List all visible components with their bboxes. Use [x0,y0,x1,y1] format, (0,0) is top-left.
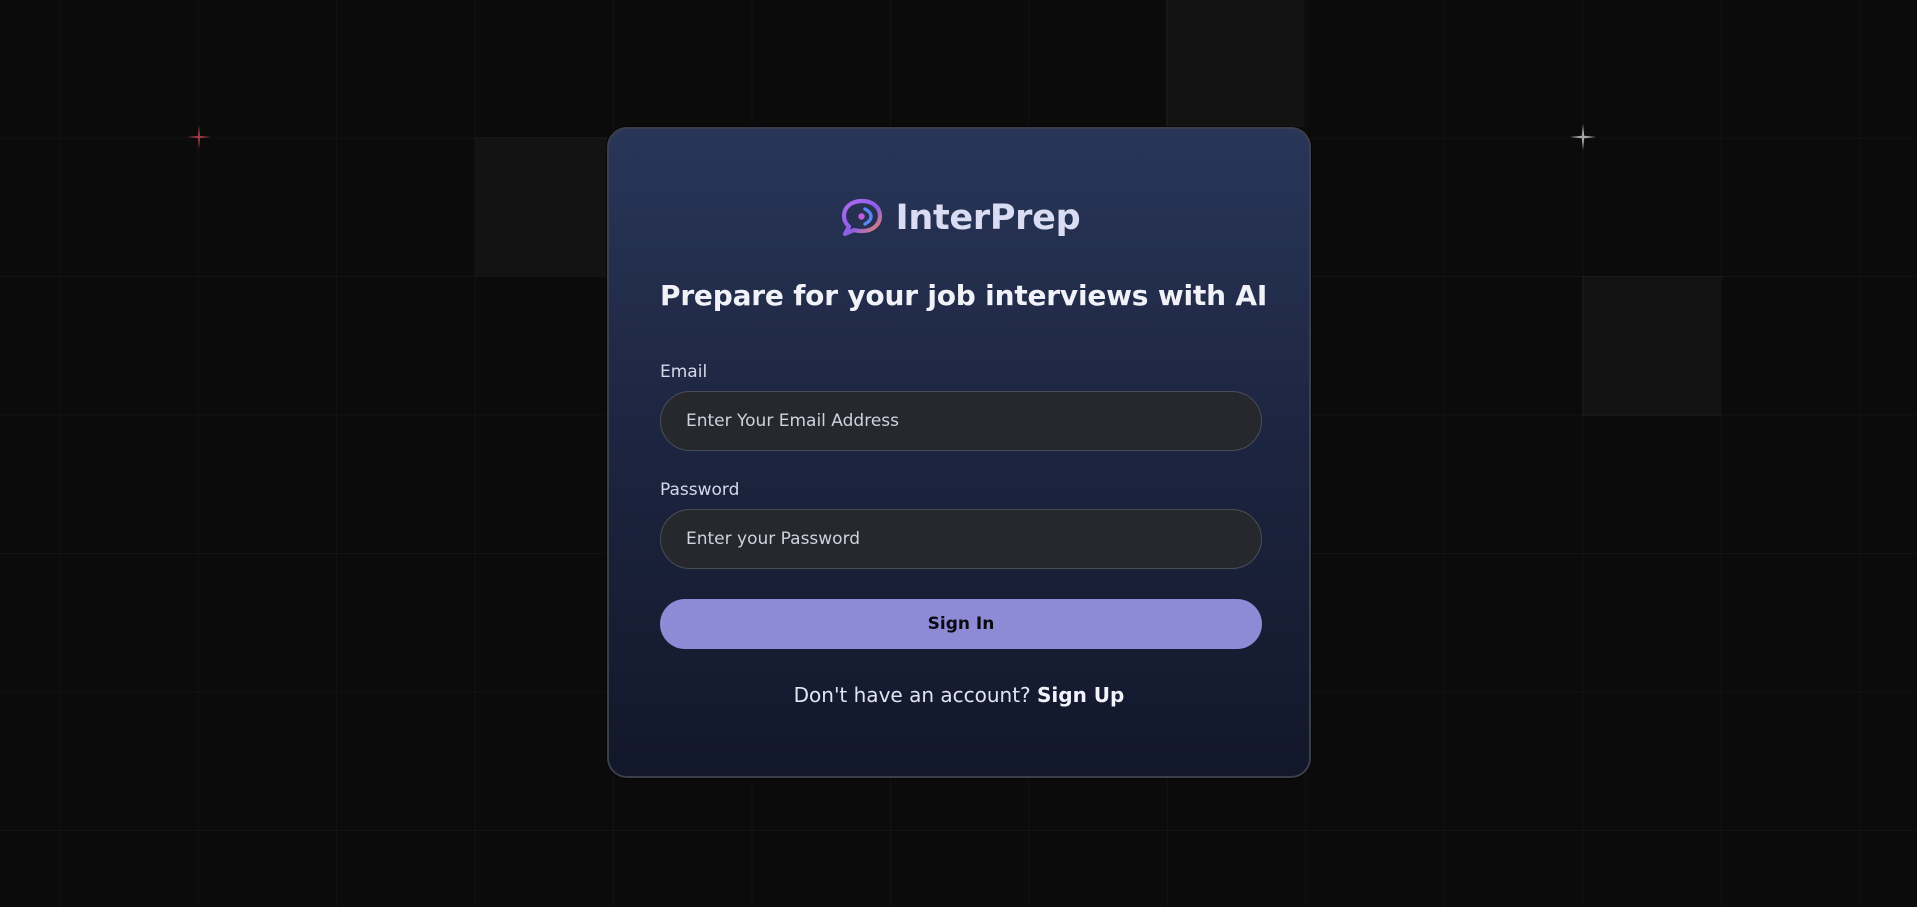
email-field[interactable] [660,391,1262,451]
sign-up-link[interactable]: Sign Up [1037,683,1124,707]
page-title: Prepare for your job interviews with AI [660,279,1268,312]
brand-header: InterPrep [609,197,1309,239]
sparkle-icon [1570,124,1596,150]
sign-in-card: InterPrep Prepare for your job interview… [607,127,1311,778]
background-tile [1166,0,1304,127]
sparkle-icon [187,125,211,149]
chat-bubble-logo-icon [841,198,882,237]
background-tile [1582,276,1721,416]
brand-name: InterPrep [895,198,1081,238]
password-label: Password [660,480,740,500]
sign-in-button[interactable]: Sign In [660,599,1262,649]
sign-up-prompt-text: Don't have an account? [793,683,1031,707]
password-field[interactable] [660,509,1262,569]
sign-up-prompt: Don't have an account? Sign Up [609,683,1309,707]
email-label: Email [660,362,708,382]
background-tile [475,137,607,276]
